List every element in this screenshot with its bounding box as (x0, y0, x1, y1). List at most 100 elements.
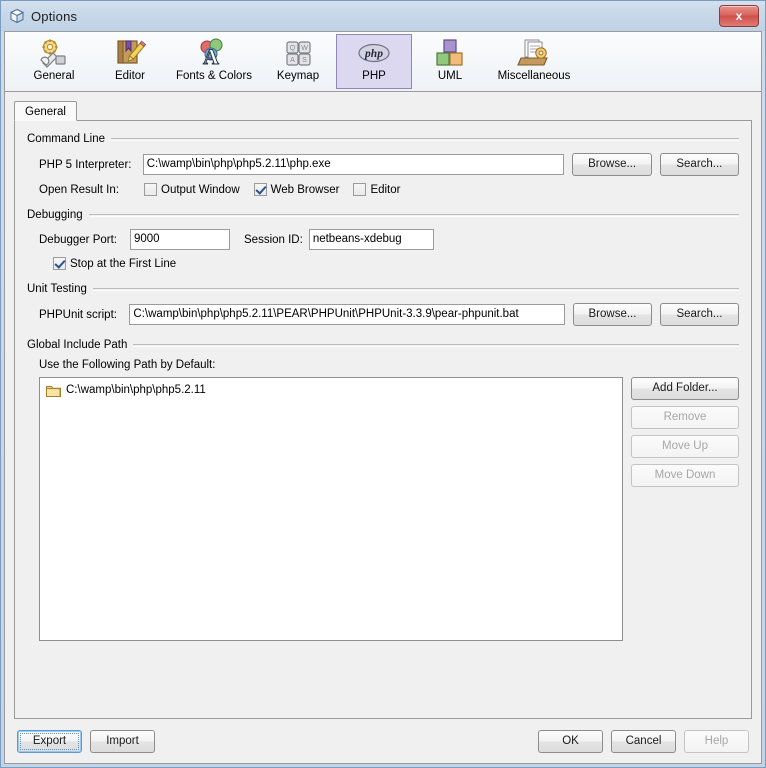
close-glyph: x (735, 9, 743, 23)
session-id-label: Session ID: (244, 233, 303, 246)
checkbox-stop-first-line[interactable]: Stop at the First Line (53, 257, 176, 270)
checkbox-label: Stop at the First Line (70, 257, 177, 270)
group-body: Use the Following Path by Default: C:\wa… (27, 359, 739, 641)
tab-panel-general: Command Line PHP 5 Interpreter: C:\wamp\… (14, 120, 752, 719)
debugger-row: Debugger Port: 9000 Session ID: netbeans… (39, 229, 739, 250)
checkbox-box (144, 183, 157, 196)
list-item-label: C:\wamp\bin\php\php5.2.11 (66, 384, 206, 396)
dialog-client-area: General Editor A Fonts & Colors Q W A S … (4, 31, 762, 764)
checkbox-output-window[interactable]: Output Window (144, 183, 240, 196)
options-dialog: Options x General Editor A Fonts & Color… (0, 0, 766, 768)
documents-gear-icon (517, 38, 551, 68)
tab-general[interactable]: General (14, 101, 77, 121)
group-divider (88, 213, 739, 217)
cube-icon (9, 8, 25, 24)
group-divider (92, 287, 739, 291)
help-button[interactable]: Help (684, 729, 749, 753)
debugger-port-input[interactable]: 9000 (130, 229, 230, 250)
interpreter-label: PHP 5 Interpreter: (39, 158, 132, 171)
category-editor[interactable]: Editor (92, 34, 168, 89)
include-path-area: C:\wamp\bin\php\php5.2.11 Add Folder... … (39, 377, 739, 641)
group-divider (110, 137, 739, 141)
checkbox-editor[interactable]: Editor (353, 183, 400, 196)
category-label: Keymap (276, 70, 320, 82)
import-button[interactable]: Import (90, 729, 155, 753)
include-path-listbox[interactable]: C:\wamp\bin\php\php5.2.11 (39, 377, 623, 641)
group-title: Debugging (27, 209, 83, 221)
svg-text:php: php (364, 48, 383, 60)
add-folder-button[interactable]: Add Folder... (631, 377, 739, 400)
svg-text:A: A (203, 44, 219, 68)
category-label: UML (437, 70, 463, 82)
group-body: Debugger Port: 9000 Session ID: netbeans… (27, 229, 739, 270)
phpunit-search-button[interactable]: Search... (659, 303, 739, 326)
debugger-port-label: Debugger Port: (39, 233, 117, 246)
php-elephant-icon: php (357, 38, 391, 68)
interpreter-browse-button[interactable]: Browse... (572, 153, 652, 176)
phpunit-script-label: PHPUnit script: (39, 308, 117, 321)
move-up-button[interactable]: Move Up (631, 435, 739, 458)
window-title: Options (31, 8, 78, 24)
checkbox-box (53, 257, 66, 270)
folder-icon (46, 384, 61, 397)
checkbox-web-browser[interactable]: Web Browser (253, 183, 340, 196)
phpunit-script-input[interactable]: C:\wamp\bin\php\php5.2.11\PEAR\PHPUnit\P… (129, 304, 565, 325)
checkbox-label: Output Window (161, 183, 240, 196)
export-button[interactable]: Export (17, 729, 82, 753)
category-label: Fonts & Colors (175, 70, 253, 82)
group-divider (133, 343, 739, 347)
tab-label: General (25, 106, 66, 118)
group-title: Unit Testing (27, 283, 87, 295)
php-interpreter-input[interactable]: C:\wamp\bin\php\php5.2.11\php.exe (142, 154, 565, 175)
remove-button[interactable]: Remove (631, 406, 739, 429)
category-uml[interactable]: UML (412, 34, 488, 89)
stop-first-line-row: Stop at the First Line (39, 257, 739, 270)
notebook-pencil-icon (113, 38, 147, 68)
group-title: Command Line (27, 133, 105, 145)
group-command-line: Command Line PHP 5 Interpreter: C:\wamp\… (27, 131, 740, 196)
group-debugging: Debugging Debugger Port: 9000 Session ID… (27, 207, 739, 270)
group-body: PHP 5 Interpreter: C:\wamp\bin\php\php5.… (27, 153, 740, 196)
group-global-include-path: Global Include Path Use the Following Pa… (27, 337, 739, 641)
category-fonts-colors[interactable]: A Fonts & Colors (168, 34, 260, 89)
phpunit-row: PHPUnit script: C:\wamp\bin\php\php5.2.1… (39, 303, 739, 326)
group-unit-testing: Unit Testing PHPUnit script: C:\wamp\bin… (27, 281, 739, 326)
footer-left-buttons: Export Import (17, 729, 155, 753)
title-bar: Options x (1, 1, 765, 31)
svg-text:W: W (301, 45, 308, 52)
checkbox-box (253, 183, 267, 196)
category-general[interactable]: General (16, 34, 92, 89)
close-icon[interactable]: x (719, 5, 759, 27)
group-header: Command Line (27, 131, 739, 147)
svg-text:S: S (302, 57, 307, 64)
category-miscellaneous[interactable]: Miscellaneous (488, 34, 580, 89)
open-result-label: Open Result In: (39, 183, 119, 196)
gear-wrench-icon (37, 38, 71, 68)
include-path-subtitle: Use the Following Path by Default: (39, 359, 216, 371)
keyboard-keys-icon: QW AS (281, 38, 315, 68)
move-down-button[interactable]: Move Down (631, 464, 739, 487)
font-colors-icon: A (197, 38, 231, 70)
checkbox-label: Web Browser (270, 183, 340, 196)
category-keymap[interactable]: QW AS Keymap (260, 34, 336, 89)
category-php[interactable]: php PHP (336, 34, 412, 89)
open-result-row: Open Result In: Output Window Web Browse… (39, 183, 739, 196)
interpreter-row: PHP 5 Interpreter: C:\wamp\bin\php\php5.… (39, 153, 740, 176)
group-body: PHPUnit script: C:\wamp\bin\php\php5.2.1… (27, 303, 739, 326)
phpunit-browse-button[interactable]: Browse... (572, 303, 652, 326)
interpreter-search-button[interactable]: Search... (659, 153, 740, 176)
svg-text:A: A (290, 57, 295, 64)
list-item[interactable]: C:\wamp\bin\php\php5.2.11 (40, 381, 622, 399)
uml-blocks-icon (433, 38, 467, 68)
group-header: Debugging (27, 207, 739, 223)
category-toolbar: General Editor A Fonts & Colors Q W A S … (5, 32, 761, 92)
category-label: General (33, 70, 75, 82)
group-header: Unit Testing (27, 281, 739, 297)
ok-button[interactable]: OK (538, 729, 603, 753)
category-label: PHP (362, 70, 386, 82)
include-path-buttons: Add Folder... Remove Move Up Move Down (631, 377, 739, 487)
footer-right-buttons: OK Cancel Help (538, 729, 749, 753)
session-id-input[interactable]: netbeans-xdebug (308, 229, 434, 250)
cancel-button[interactable]: Cancel (611, 729, 676, 753)
checkbox-box (353, 183, 367, 196)
